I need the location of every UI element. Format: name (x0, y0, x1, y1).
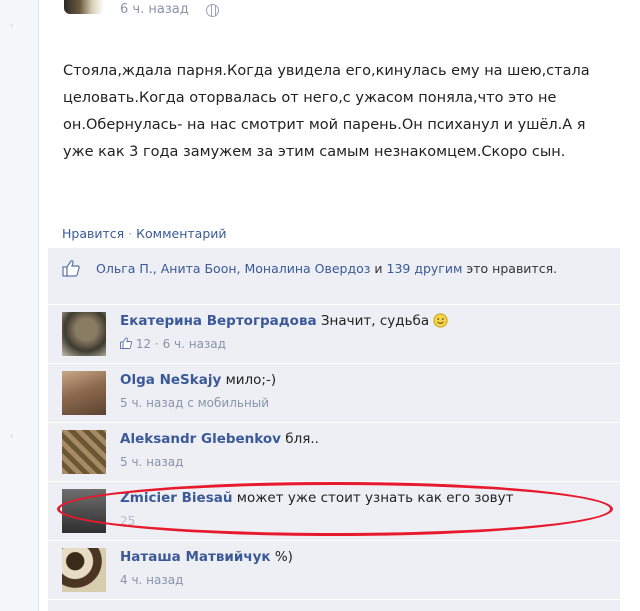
post-timestamp[interactable]: 6 ч. назад (120, 2, 189, 17)
thumbs-up-icon (120, 337, 132, 349)
avatar[interactable] (62, 430, 106, 474)
comment-meta: 25 (120, 514, 600, 528)
comment-author[interactable]: Aleksandr Glebenkov (120, 431, 281, 447)
comment-timestamp[interactable]: 5 ч. назад с мобильный (120, 396, 269, 410)
comment-like-count[interactable]: 25 (120, 514, 135, 528)
likes-joiner: и (370, 261, 387, 276)
comment-author[interactable]: Екатерина Вертоградова (120, 313, 317, 329)
comment: Olga NeSkajy мило;-) 5 ч. назад с мобиль… (48, 364, 620, 423)
comment-author[interactable]: Наташа Матвийчук (120, 549, 271, 565)
rail-marker: ◦ (9, 22, 15, 32)
avatar[interactable] (62, 371, 106, 415)
likers-others[interactable]: 139 другим (387, 261, 463, 276)
avatar[interactable] (62, 312, 106, 356)
comment: Наташа Матвийчук %) 4 ч. назад (48, 541, 620, 600)
avatar[interactable] (62, 489, 106, 533)
comments-panel: Ольга П., Анита Боон, Моналина Овердоз и… (48, 248, 620, 611)
smiley-icon (433, 313, 449, 328)
post-text: Стояла,ждала парня.Когда увидела его,кин… (63, 63, 590, 160)
comment-timestamp[interactable]: 6 ч. назад (163, 337, 226, 351)
comment-text: может уже стоит узнать как его зовут (232, 490, 514, 506)
comment-timestamp[interactable]: 4 ч. назад (120, 573, 183, 587)
comment-like-count[interactable]: 12 (136, 337, 151, 351)
action-separator: · (128, 226, 133, 241)
avatar[interactable] (62, 548, 106, 592)
comment: Екатерина Вертоградова Значит, судьба 12… (48, 305, 620, 364)
likes-summary: Ольга П., Анита Боон, Моналина Овердоз и… (48, 248, 620, 305)
comment: Zmicier Biesaŭ может уже стоит узнать ка… (48, 482, 620, 541)
comment-text: %) (270, 549, 293, 565)
comment-meta: 12 · 6 ч. назад (120, 337, 600, 351)
comment-body: Olga NeSkajy мило;-) 5 ч. назад с мобиль… (120, 372, 600, 410)
rail-marker: ◦ (9, 432, 15, 442)
comment-body: Екатерина Вертоградова Значит, судьба 12… (120, 313, 600, 351)
like-link[interactable]: Нравится (62, 226, 124, 241)
comment: Aleksandr Glebenkov бля.. 5 ч. назад (48, 423, 620, 482)
comment-meta: 4 ч. назад (120, 573, 600, 587)
comment-author[interactable]: Zmicier Biesaŭ (120, 490, 232, 506)
comment-body: Aleksandr Glebenkov бля.. 5 ч. назад (120, 431, 600, 469)
comment-author[interactable]: Olga NeSkajy (120, 372, 221, 388)
comment-timestamp[interactable]: 5 ч. назад (120, 455, 183, 469)
comment-body: Zmicier Biesaŭ может уже стоит узнать ка… (120, 490, 600, 528)
likes-suffix: это нравится. (462, 261, 558, 276)
comment-text: мило;-) (221, 372, 277, 388)
comment-meta: 5 ч. назад с мобильный (120, 396, 600, 410)
likes-text: Ольга П., Анита Боон, Моналина Овердоз и… (96, 259, 566, 278)
globe-icon (206, 4, 219, 17)
post: 6 ч. назад Стояла,ждала парня.Когда увид… (44, 0, 624, 611)
poster-avatar[interactable] (64, 0, 104, 14)
comment-text: Значит, судьба (316, 313, 430, 329)
thumbs-up-icon (62, 260, 80, 277)
left-rail: ◦ ◦ (0, 0, 39, 611)
comment-link[interactable]: Комментарий (136, 226, 226, 241)
comment-text: бля.. (280, 431, 319, 447)
meta-separator: · (151, 337, 163, 351)
post-actions: Нравится · Комментарий (62, 226, 227, 241)
comment-meta: 5 ч. назад (120, 455, 600, 469)
comment-body: Наташа Матвийчук %) 4 ч. назад (120, 549, 600, 587)
likers-names[interactable]: Ольга П., Анита Боон, Моналина Овердоз (96, 261, 370, 276)
